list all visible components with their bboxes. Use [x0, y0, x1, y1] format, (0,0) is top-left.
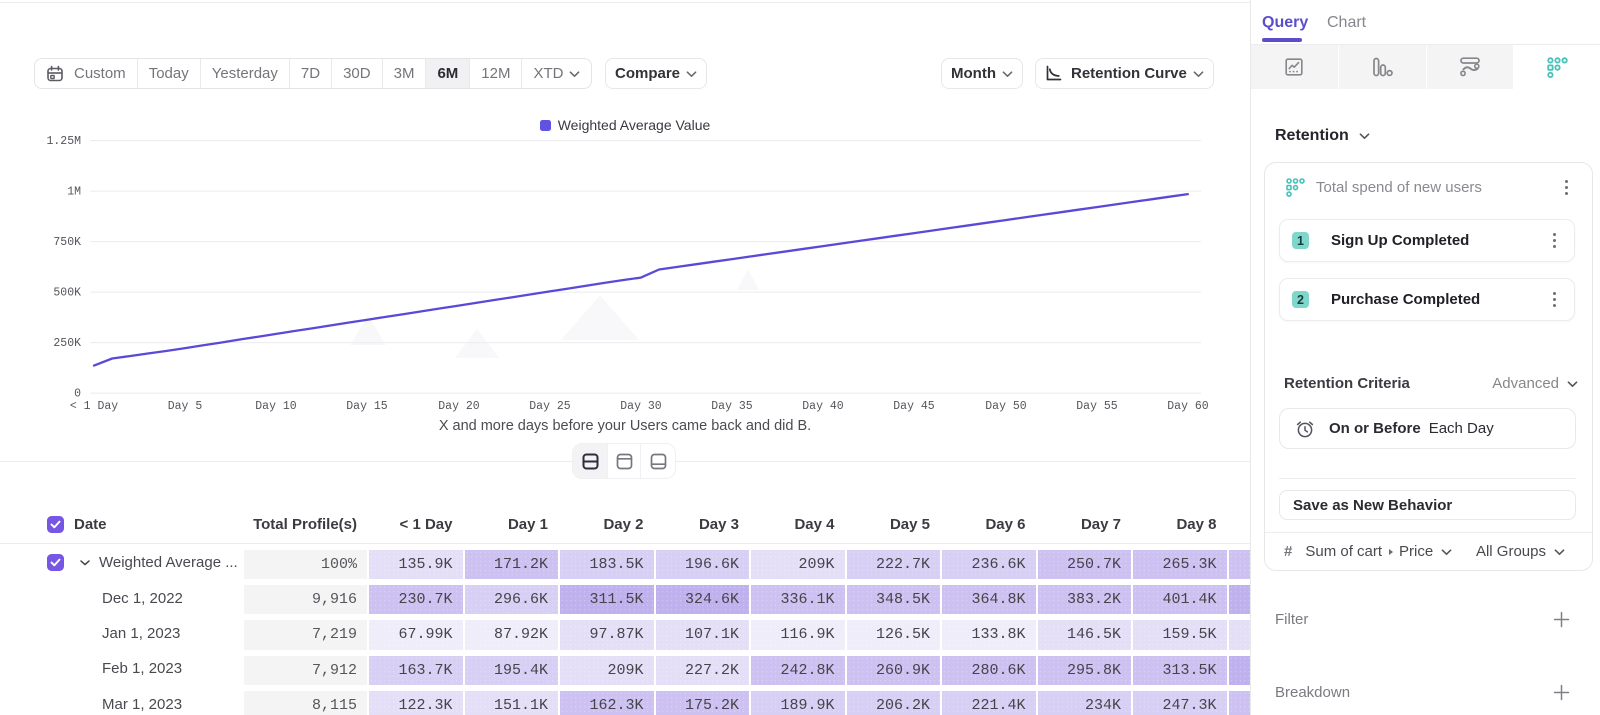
- svg-text:< 1 Day: < 1 Day: [70, 400, 118, 413]
- svg-text:Day 50: Day 50: [985, 400, 1027, 413]
- svg-text:250K: 250K: [53, 337, 81, 350]
- svg-text:Day 10: Day 10: [255, 400, 297, 413]
- svg-text:Day 40: Day 40: [802, 400, 844, 413]
- svg-text:Day 5: Day 5: [168, 400, 203, 413]
- svg-text:1.25M: 1.25M: [46, 135, 81, 148]
- svg-text:Day 55: Day 55: [1076, 400, 1118, 413]
- svg-text:Day 60: Day 60: [1167, 400, 1209, 413]
- svg-text:Day 45: Day 45: [893, 400, 935, 413]
- svg-text:Day 30: Day 30: [620, 400, 662, 413]
- svg-text:750K: 750K: [53, 236, 81, 249]
- svg-text:1M: 1M: [67, 186, 81, 199]
- svg-text:Day 15: Day 15: [346, 400, 388, 413]
- svg-text:0: 0: [74, 388, 81, 401]
- svg-text:Day 35: Day 35: [711, 400, 753, 413]
- svg-text:500K: 500K: [53, 287, 81, 300]
- svg-text:Day 25: Day 25: [529, 400, 571, 413]
- svg-text:Day 20: Day 20: [438, 400, 480, 413]
